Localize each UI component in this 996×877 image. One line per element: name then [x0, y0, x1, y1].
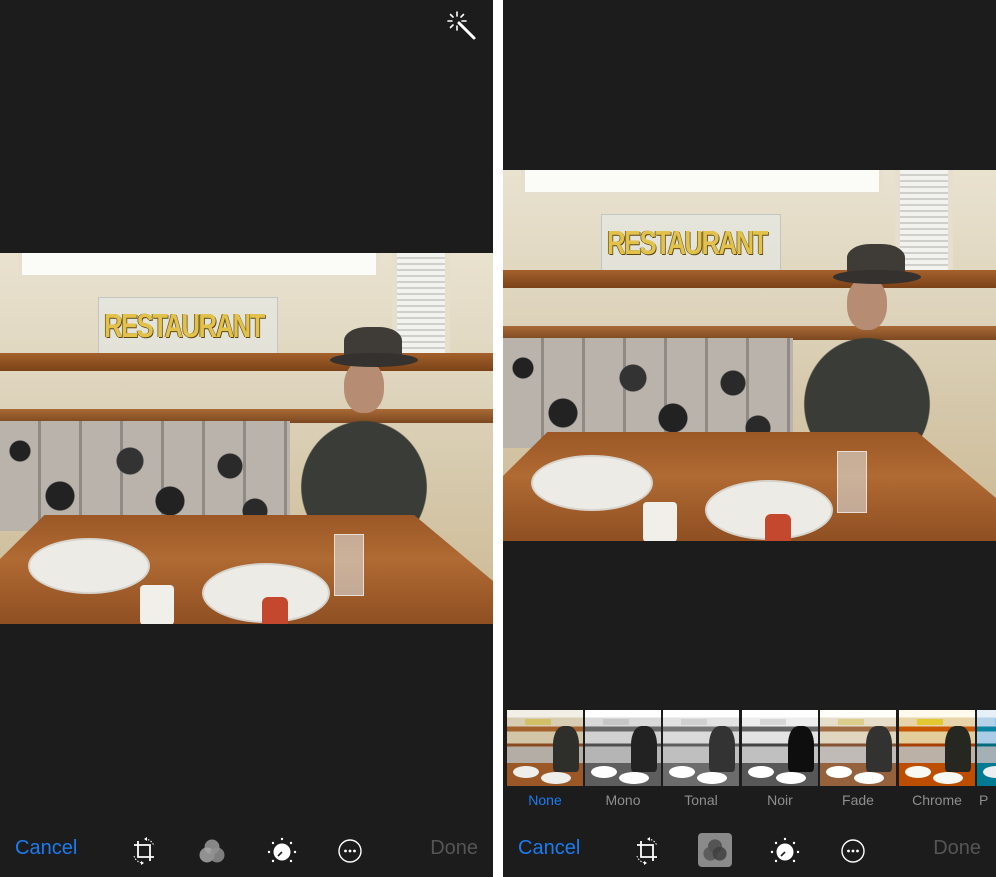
filter-thumbnail — [977, 710, 996, 786]
more-options-button[interactable] — [334, 835, 366, 867]
adjust-dial-icon — [770, 837, 800, 863]
adjust-dial-icon — [267, 837, 297, 863]
filter-tonal[interactable]: Tonal — [663, 710, 739, 808]
filter-thumbnail — [663, 710, 739, 786]
filter-mono[interactable]: Mono — [585, 710, 661, 808]
crop-rotate-icon — [133, 837, 155, 865]
filter-label: None — [528, 792, 562, 808]
more-options-icon — [338, 839, 362, 863]
filter-noir[interactable]: Noir — [742, 710, 818, 808]
filter-thumbnail — [899, 710, 975, 786]
filter-label: Chrome — [912, 792, 962, 808]
filters-icon — [199, 839, 225, 863]
edit-toolbar: Cancel Done — [0, 825, 493, 877]
magic-wand-icon — [447, 11, 476, 40]
cancel-button[interactable]: Cancel — [518, 837, 580, 860]
photo-editor-auto-enhance-screen: RESTAURANT Cancel Done — [0, 0, 493, 877]
crop-rotate-button[interactable] — [128, 835, 160, 867]
done-button[interactable]: Done — [430, 837, 478, 860]
filters-button-active[interactable] — [698, 833, 732, 867]
photo-editor-filters-screen: RESTAURANT None Mono Tonal Noir Fade Chr… — [503, 0, 996, 877]
filter-strip[interactable]: None Mono Tonal Noir Fade Chrome P — [503, 710, 996, 814]
adjust-button[interactable] — [266, 835, 298, 867]
filters-icon — [703, 839, 727, 861]
photo-preview[interactable]: RESTAURANT — [0, 253, 493, 624]
crop-rotate-icon — [636, 837, 658, 865]
filter-label: P — [979, 792, 989, 808]
filters-button[interactable] — [196, 835, 228, 867]
more-options-button[interactable] — [837, 835, 869, 867]
filter-thumbnail — [742, 710, 818, 786]
crop-rotate-button[interactable] — [631, 835, 663, 867]
photo-preview[interactable]: RESTAURANT — [503, 170, 996, 541]
edit-toolbar: Cancel Done — [503, 825, 996, 877]
filter-fade[interactable]: Fade — [820, 710, 896, 808]
filter-chrome[interactable]: Chrome — [899, 710, 975, 808]
filter-label: Tonal — [684, 792, 718, 808]
filter-label: Noir — [767, 792, 793, 808]
filter-none[interactable]: None — [507, 710, 583, 808]
more-options-icon — [841, 839, 865, 863]
cancel-button[interactable]: Cancel — [15, 837, 77, 860]
done-button[interactable]: Done — [933, 837, 981, 860]
filter-label: Mono — [605, 792, 641, 808]
filter-thumbnail — [820, 710, 896, 786]
filter-thumbnail — [585, 710, 661, 786]
photo-sign-text: RESTAURANT — [607, 224, 768, 261]
filter-label: Fade — [842, 792, 874, 808]
photo-sign-text: RESTAURANT — [104, 307, 265, 344]
adjust-button[interactable] — [769, 835, 801, 867]
auto-enhance-button[interactable] — [446, 10, 478, 42]
filter-process-partial[interactable]: P — [977, 710, 996, 808]
filter-thumbnail — [507, 710, 583, 786]
